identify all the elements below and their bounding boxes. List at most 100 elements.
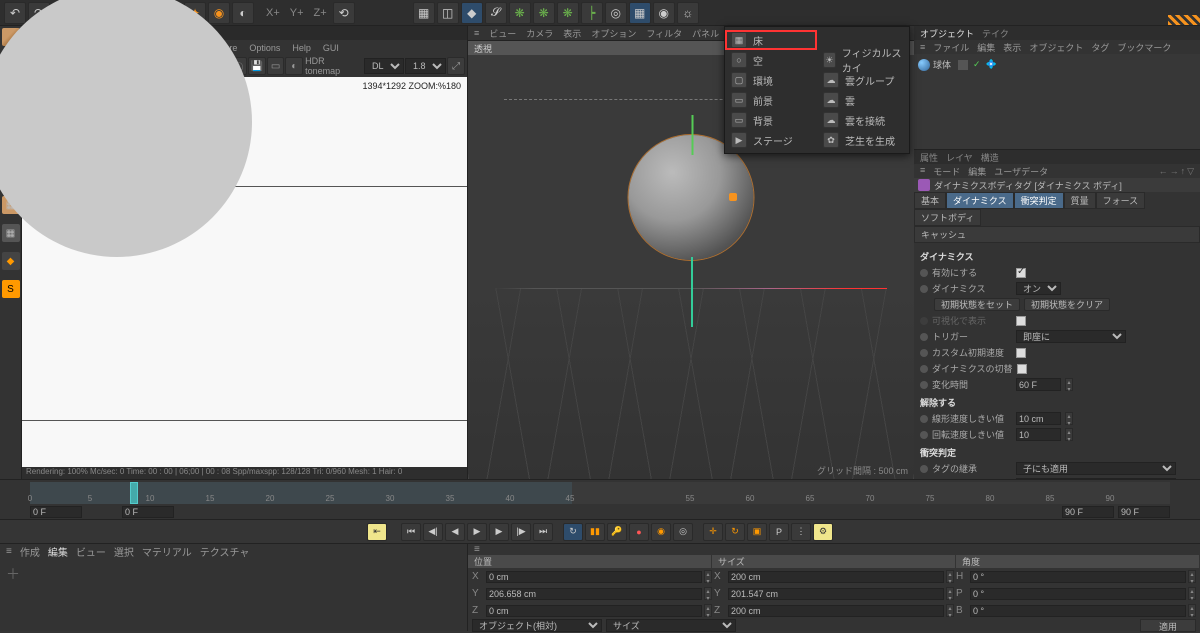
hdr-mode-select[interactable]: DL (364, 58, 404, 74)
light-tool[interactable]: ☼ (677, 2, 699, 24)
sel-size-mode[interactable]: サイズ (606, 619, 736, 632)
vp-menu-camera[interactable]: カメラ (526, 27, 553, 40)
op-menu-edit[interactable]: 編集 (977, 41, 995, 54)
attr-mode-icon[interactable]: ≡ (920, 165, 925, 178)
spline-tool[interactable]: 𝓢 (485, 2, 507, 24)
t-opts[interactable]: ⚙ (813, 523, 833, 541)
lv-hist[interactable]: ▭ (267, 57, 285, 75)
op-menu-obj[interactable]: オブジェクト (1029, 41, 1083, 54)
lv-menu-help[interactable]: Help (292, 43, 311, 53)
live-canvas[interactable]: 1394*1292 ZOOM:%180 (22, 77, 467, 467)
t-first[interactable]: ⏮ (401, 523, 421, 541)
t-key[interactable]: 🔑 (607, 523, 627, 541)
mm-icon[interactable]: ≡ (6, 546, 12, 557)
tl-end[interactable] (1062, 506, 1114, 518)
vp-menu-filter[interactable]: フィルタ (646, 27, 682, 40)
add-material[interactable]: ＋ (6, 566, 20, 582)
mode-xray[interactable]: ◆ (2, 252, 20, 270)
subtab-basic[interactable]: 基本 (914, 192, 946, 209)
lv-save[interactable]: 💾 (248, 57, 266, 75)
env-item-r-2[interactable]: ☁雲 (817, 90, 909, 110)
vp-menu-display[interactable]: 表示 (563, 27, 581, 40)
env-item-r-4[interactable]: ✿芝生を生成 (817, 130, 909, 150)
t-record[interactable]: ● (629, 523, 649, 541)
render-btn[interactable]: ▦ (413, 2, 435, 24)
mm-edit[interactable]: 編集 (48, 544, 68, 559)
camera-tool[interactable]: ◉ (653, 2, 675, 24)
size-Z[interactable] (728, 605, 944, 617)
axis-z[interactable]: Z+ (310, 7, 331, 19)
env-item-l-3[interactable]: ▭前景 (725, 90, 817, 110)
nav-fwd[interactable]: → (1170, 166, 1179, 177)
generator-a[interactable]: ❋ (509, 2, 531, 24)
go-start[interactable]: ⇤ (367, 523, 387, 541)
op-menu-tag[interactable]: タグ (1091, 41, 1109, 54)
nav-back[interactable]: ← (1159, 166, 1168, 177)
env-item-l-0[interactable]: ▦床 (725, 30, 817, 50)
t-prev[interactable]: ◀ (445, 523, 465, 541)
t-prevkey[interactable]: ◀| (423, 523, 443, 541)
t-range[interactable]: ▮▮ (585, 523, 605, 541)
chk-enable[interactable] (1016, 268, 1026, 278)
t-pos[interactable]: ✛ (703, 523, 723, 541)
step-rot[interactable]: ▴▾ (1065, 428, 1073, 441)
pos-X[interactable] (486, 571, 702, 583)
attr-user[interactable]: ユーザデータ (994, 165, 1048, 178)
rp-menu-icon[interactable]: ≡ (920, 42, 925, 52)
lv-menu-options[interactable]: Options (249, 43, 280, 53)
op-menu-bm[interactable]: ブックマーク (1117, 41, 1171, 54)
sel-coord-space[interactable]: オブジェクト(相対) (472, 619, 602, 632)
rot-B[interactable] (970, 605, 1186, 617)
env-item-l-5[interactable]: ▶ステージ (725, 130, 817, 150)
environment-button[interactable]: ▦ (629, 2, 651, 24)
fld-rot[interactable] (1016, 428, 1061, 441)
tool-b[interactable]: ◉ (208, 2, 230, 24)
vp-menu-options[interactable]: オプション (591, 27, 636, 40)
tab-takes[interactable]: テイク (982, 27, 1009, 40)
attr-tab-attr[interactable]: 属性 (920, 151, 938, 164)
mm-view[interactable]: ビュー (76, 544, 106, 559)
tree-item-sphere[interactable]: 球体 ✓ 💠 (918, 58, 997, 71)
axis-x[interactable]: X+ (262, 7, 284, 19)
t-loop[interactable]: ↻ (563, 523, 583, 541)
axis-y[interactable]: Y+ (286, 7, 308, 19)
vp-menu-icon[interactable]: ≡ (474, 28, 479, 38)
nav-filter[interactable]: ▽ (1187, 166, 1194, 177)
lv-expand[interactable]: ⤢ (447, 57, 465, 75)
cube-primitive[interactable]: ◆ (461, 2, 483, 24)
tl-cur[interactable] (122, 506, 174, 518)
deformer-tool[interactable]: ◎ (605, 2, 627, 24)
attr-tab-layer[interactable]: レイヤ (946, 151, 973, 164)
t-rot[interactable]: ↻ (725, 523, 745, 541)
t-scale[interactable]: ▣ (747, 523, 767, 541)
fld-ctime[interactable] (1016, 378, 1061, 391)
undo-button[interactable]: ↶ (4, 2, 26, 24)
attr-tab-struct[interactable]: 構造 (981, 151, 999, 164)
generator-b[interactable]: ❋ (533, 2, 555, 24)
step-ctime[interactable]: ▴▾ (1065, 378, 1073, 391)
generator-c[interactable]: ❋ (557, 2, 579, 24)
dyn-tag-icon[interactable]: 💠 (986, 59, 997, 70)
tab-objects[interactable]: オブジェクト (920, 27, 974, 40)
lv-diff[interactable]: ◐ (285, 57, 303, 75)
mode-sel[interactable]: S (2, 280, 20, 298)
size-X[interactable] (728, 571, 944, 583)
t-autokey[interactable]: ◉ (651, 523, 671, 541)
pos-Z[interactable] (486, 605, 702, 617)
sel-trigger[interactable]: 即座に (1016, 330, 1126, 343)
t-param[interactable]: P (769, 523, 789, 541)
subtab-soft[interactable]: ソフトボディ (914, 209, 981, 226)
subtab-cache[interactable]: キャッシュ (914, 226, 1200, 243)
env-item-r-0[interactable]: ☀フィジカルスカイ (817, 50, 909, 70)
t-nextkey[interactable]: |▶ (511, 523, 531, 541)
mode-work[interactable]: ▦ (2, 224, 20, 242)
subtab-mass[interactable]: 質量 (1064, 192, 1096, 209)
subtab-force[interactable]: フォース (1096, 192, 1146, 209)
nav-up[interactable]: ↑ (1181, 166, 1186, 177)
env-item-l-1[interactable]: ○空 (725, 50, 817, 70)
cm-icon[interactable]: ≡ (474, 544, 480, 555)
vp-menu-panel[interactable]: パネル (692, 27, 719, 40)
chk-viz[interactable] (1016, 316, 1026, 326)
timeline-ruler[interactable]: 0510152025303540455560657075808590 (30, 482, 1170, 504)
tag-icon[interactable]: ✓ (973, 59, 981, 70)
